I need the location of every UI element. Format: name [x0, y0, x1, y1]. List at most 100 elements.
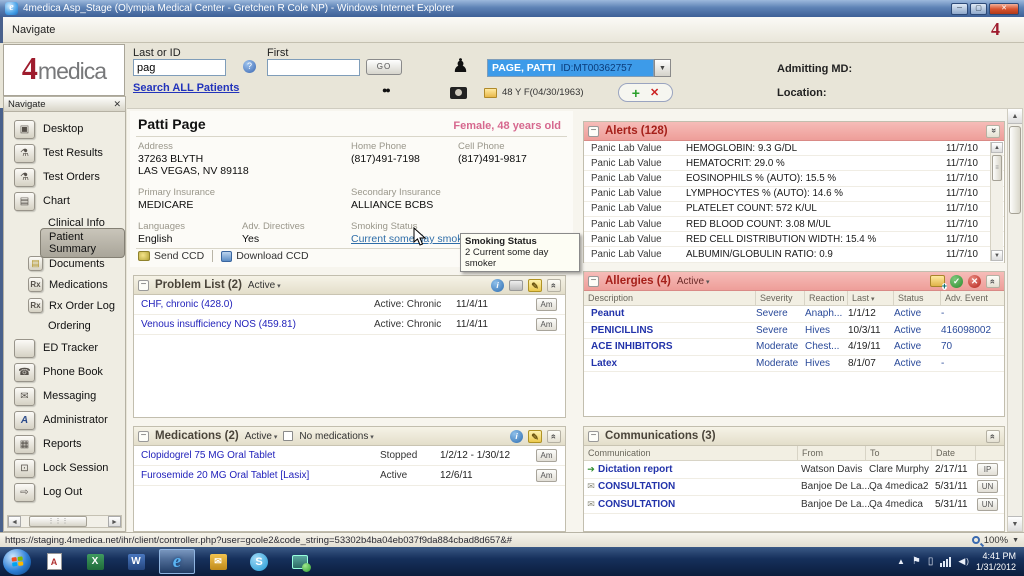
download-ccd-button[interactable]: Download CCD: [236, 250, 308, 262]
allergies-filter-dropdown[interactable]: Active: [677, 276, 710, 287]
problem-filter-dropdown[interactable]: Active: [248, 280, 281, 291]
scroll-up-icon[interactable]: ▲: [991, 142, 1003, 153]
menu-navigate[interactable]: Navigate: [12, 24, 55, 36]
col-severity[interactable]: Severity: [756, 291, 805, 305]
send-ccd-button[interactable]: Send CCD: [154, 250, 204, 262]
scroll-down-icon[interactable]: ▼: [1008, 516, 1022, 531]
scroll-thumb[interactable]: ≡: [992, 155, 1002, 181]
go-button[interactable]: GO: [366, 59, 402, 75]
patient-selector[interactable]: PAGE, PATTI ID:MT00362757: [487, 59, 654, 77]
sidebar-item-chart[interactable]: ▤Chart: [4, 189, 125, 213]
patient-dropdown-button[interactable]: ▼: [654, 59, 671, 77]
allergy-row[interactable]: ACE INHIBITORSModerateChest...4/19/11Act…: [584, 339, 1004, 356]
sidebar-item-patient-summary[interactable]: Patient Summary: [4, 233, 125, 253]
scroll-up-icon[interactable]: ▲: [1008, 109, 1022, 124]
last-or-id-input[interactable]: [133, 59, 226, 76]
edit-note-icon[interactable]: ✎: [528, 430, 542, 443]
collapse-minus-icon[interactable]: −: [138, 280, 149, 291]
taskbar-app-access[interactable]: A: [36, 549, 72, 574]
allergy-row[interactable]: PENICILLINSSevereHives10/3/11Active41609…: [584, 323, 1004, 340]
sidebar-item-test-results[interactable]: ⚗Test Results: [4, 141, 125, 165]
sidebar-item-medications[interactable]: RxMedications: [4, 274, 125, 295]
zoom-caret-icon[interactable]: ▼: [1012, 537, 1019, 544]
scroll-thumb[interactable]: ⋮⋮⋮: [29, 516, 87, 527]
alert-row[interactable]: Panic Lab ValueRED BLOOD COUNT: 3.08 M/U…: [584, 217, 1004, 232]
alert-row[interactable]: Panic Lab ValueHEMATOCRIT: 29.0 %11/7/10: [584, 156, 1004, 171]
minimize-button[interactable]: ─: [951, 3, 968, 15]
problem-row[interactable]: CHF, chronic (428.0) Active: Chronic 11/…: [134, 295, 565, 315]
sidebar-item-administrator[interactable]: AAdministrator: [4, 408, 125, 432]
patient-photo-icon[interactable]: [450, 87, 467, 99]
collapse-minus-icon[interactable]: −: [588, 126, 599, 137]
help-icon[interactable]: ?: [243, 60, 256, 73]
col-date[interactable]: Date: [932, 446, 976, 460]
col-to[interactable]: To: [866, 446, 932, 460]
alert-row[interactable]: Panic Lab ValueRED CELL DISTRIBUTION WID…: [584, 232, 1004, 247]
alerts-expand-icon[interactable]: «: [986, 125, 1000, 138]
advanced-search-icon[interactable]: ●●: [382, 85, 389, 95]
amend-badge[interactable]: Am: [536, 318, 557, 331]
amend-badge[interactable]: Am: [536, 469, 557, 482]
amend-badge[interactable]: Am: [536, 298, 557, 311]
alert-row[interactable]: Panic Lab ValueHEMOGLOBIN: 9.3 G/DL11/7/…: [584, 141, 1004, 156]
alert-row[interactable]: Panic Lab ValueLYMPHOCYTES % (AUTO): 14.…: [584, 187, 1004, 202]
problem-collapse-icon[interactable]: «: [547, 279, 561, 292]
alert-row[interactable]: Panic Lab ValuePLATELET COUNT: 572 K/UL1…: [584, 202, 1004, 217]
zoom-magnifier-icon[interactable]: [972, 536, 980, 544]
col-reaction[interactable]: Reaction: [805, 291, 848, 305]
add-allergy-icon[interactable]: [930, 275, 945, 287]
sidebar-item-log-out[interactable]: ⇨Log Out: [4, 480, 125, 504]
medications-filter-dropdown[interactable]: Active: [245, 431, 278, 442]
alert-row[interactable]: Panic Lab ValueALBUMIN/GLOBULIN RATIO: 0…: [584, 247, 1004, 262]
scroll-thumb[interactable]: [1009, 126, 1021, 214]
sidebar-item-reports[interactable]: ▦Reports: [4, 432, 125, 456]
sidebar-item-messaging[interactable]: ✉Messaging: [4, 384, 125, 408]
taskbar-app-skype[interactable]: S: [241, 549, 277, 574]
chart-folder-icon[interactable]: [484, 88, 497, 98]
sidebar-item-test-orders[interactable]: ⚗Test Orders: [4, 165, 125, 189]
page-scrollbar[interactable]: ▲ ▼: [1007, 108, 1023, 532]
close-button[interactable]: ✕: [989, 3, 1019, 15]
search-all-patients-link[interactable]: Search ALL Patients: [133, 82, 239, 94]
maximize-button[interactable]: ▢: [970, 3, 987, 15]
sidebar-close-icon[interactable]: ✕: [113, 99, 121, 110]
add-patient-icon[interactable]: +: [632, 86, 640, 100]
scroll-left-icon[interactable]: ◄: [8, 516, 21, 527]
alert-row[interactable]: Panic Lab ValueEOSINOPHILS % (AUTO): 15.…: [584, 171, 1004, 186]
volume-icon[interactable]: ◀): [958, 556, 969, 567]
col-communication[interactable]: Communication: [584, 446, 798, 460]
scroll-right-icon[interactable]: ►: [108, 516, 121, 527]
col-adv-event[interactable]: Adv. Event: [941, 291, 989, 305]
zoom-level[interactable]: 100%: [984, 535, 1008, 546]
communications-collapse-icon[interactable]: «: [986, 430, 1000, 443]
start-button[interactable]: [3, 549, 31, 575]
network-icon[interactable]: [940, 557, 951, 567]
sidebar-item-lock-session[interactable]: ⊡Lock Session: [4, 456, 125, 480]
collapse-minus-icon[interactable]: −: [138, 431, 149, 442]
communication-row[interactable]: ✉ CONSULTATION Banjoe De La... Qa 4medic…: [584, 496, 1004, 514]
sidebar-item-ordering[interactable]: Ordering: [4, 316, 125, 336]
taskbar-app-excel[interactable]: X: [77, 549, 113, 574]
medication-row[interactable]: Clopidogrel 75 MG Oral Tablet Stopped 1/…: [134, 446, 565, 466]
remove-patient-icon[interactable]: ✕: [650, 86, 659, 99]
edit-note-icon[interactable]: ✎: [528, 279, 542, 292]
allergy-row[interactable]: LatexModerateHives8/1/07Active-: [584, 356, 1004, 373]
no-medications-checkbox[interactable]: [283, 431, 293, 441]
communication-row[interactable]: ✉ CONSULTATION Banjoe De La... Qa 4medic…: [584, 479, 1004, 497]
collapse-minus-icon[interactable]: −: [588, 431, 599, 442]
action-center-flag-icon[interactable]: ⚑: [912, 557, 921, 567]
first-name-input[interactable]: [267, 59, 360, 76]
confirm-icon[interactable]: ✓: [950, 275, 963, 288]
col-last-sorted[interactable]: Last: [848, 291, 894, 305]
taskbar-app-internet-explorer[interactable]: e: [159, 549, 195, 574]
col-description[interactable]: Description: [584, 291, 756, 305]
medication-row[interactable]: Furosemide 20 MG Oral Tablet [Lasix] Act…: [134, 466, 565, 486]
info-icon[interactable]: i: [491, 279, 504, 292]
sidebar-item-desktop[interactable]: ▣Desktop: [4, 117, 125, 141]
delete-icon[interactable]: ✕: [968, 275, 981, 288]
taskbar-app-word[interactable]: W: [118, 549, 154, 574]
show-hidden-icons[interactable]: ▲: [897, 557, 905, 567]
col-status[interactable]: Status: [894, 291, 941, 305]
print-icon[interactable]: [509, 280, 523, 291]
collapse-minus-icon[interactable]: −: [588, 276, 599, 287]
